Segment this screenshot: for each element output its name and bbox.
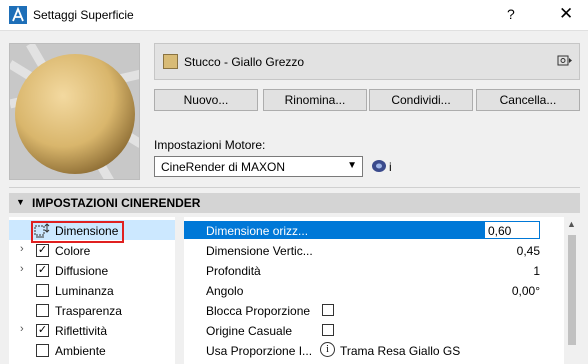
expand-arrow-icon[interactable]: › xyxy=(20,243,24,255)
preview-sphere xyxy=(10,44,139,179)
material-swatch xyxy=(163,54,178,69)
property-row-usa-proporzione[interactable]: Usa Proporzione I... i Trama Resa Giallo… xyxy=(184,340,564,360)
property-row-angolo[interactable]: Angolo 0,00° xyxy=(184,280,564,300)
property-row-dimensione-orizz[interactable]: Dimensione orizz... 0,60 xyxy=(184,220,564,240)
engine-select-value: CineRender di MAXON xyxy=(161,160,286,174)
property-key: Blocca Proporzione xyxy=(206,304,311,318)
scrollbar[interactable]: ▲ xyxy=(564,217,580,364)
channel-label: Colore xyxy=(55,244,91,258)
channel-item-trasparenza[interactable]: Trasparenza xyxy=(9,300,175,320)
close-icon[interactable]: ✕ xyxy=(559,4,573,24)
property-row-dimensione-vertic[interactable]: Dimensione Vertic... 0,45 xyxy=(184,240,564,260)
channel-checkbox[interactable] xyxy=(36,344,49,357)
property-row-origine-casuale[interactable]: Origine Casuale xyxy=(184,320,564,340)
engine-select[interactable]: CineRender di MAXON ▼ xyxy=(154,156,363,177)
blocca-proporzione-checkbox[interactable] xyxy=(322,304,334,316)
separator xyxy=(9,187,580,188)
origine-casuale-checkbox[interactable] xyxy=(322,324,334,336)
channel-label: Ambiente xyxy=(55,344,106,358)
property-row-blocca-proporzione[interactable]: Blocca Proporzione xyxy=(184,300,564,320)
channel-label: Riflettività xyxy=(55,324,108,338)
property-value[interactable]: 1 xyxy=(533,264,540,278)
chevron-down-icon: ▼ xyxy=(347,160,357,171)
property-value-input[interactable]: 0,60 xyxy=(488,224,511,238)
channel-item-diffusione[interactable]: › ✓ Diffusione xyxy=(9,260,175,280)
channel-item-ambiente[interactable]: Ambiente xyxy=(9,340,175,360)
channel-list: Dimensione › ✓ Colore › ✓ Diffusione Lum… xyxy=(9,217,175,364)
texture-name: Trama Resa Giallo GS xyxy=(340,344,461,358)
channel-label: Luminanza xyxy=(55,284,114,298)
engine-info-label: i xyxy=(389,160,392,174)
channel-item-luminanza[interactable]: Luminanza xyxy=(9,280,175,300)
channel-checkbox[interactable] xyxy=(36,284,49,297)
material-name: Stucco - Giallo Grezzo xyxy=(184,55,305,69)
channel-checkbox[interactable]: ✓ xyxy=(36,244,49,257)
collapse-arrow-icon: ▼ xyxy=(16,197,25,207)
archicad-icon xyxy=(9,6,27,24)
channel-item-dimensione[interactable]: Dimensione xyxy=(9,220,175,243)
material-name-box[interactable]: Stucco - Giallo Grezzo xyxy=(154,43,580,80)
property-key: Usa Proporzione I... xyxy=(206,344,313,358)
property-value[interactable]: 0,45 xyxy=(517,244,540,258)
channel-item-colore[interactable]: › ✓ Colore xyxy=(9,240,175,260)
scroll-up-icon[interactable]: ▲ xyxy=(567,219,576,229)
delete-button[interactable]: Cancella... xyxy=(476,89,580,111)
property-list: Dimensione orizz... 0,60 Dimensione Vert… xyxy=(184,217,564,364)
engine-info-icon[interactable]: i xyxy=(369,156,400,177)
window-title: Settaggi Superficie xyxy=(33,8,134,22)
title-bar: Settaggi Superficie ? ✕ xyxy=(0,0,588,31)
property-key: Dimensione orizz... xyxy=(206,224,309,238)
expand-arrow-icon[interactable]: › xyxy=(20,263,24,275)
property-key: Origine Casuale xyxy=(206,324,293,338)
channel-checkbox[interactable]: ✓ xyxy=(36,264,49,277)
scrollbar-thumb[interactable] xyxy=(568,235,576,345)
channel-label: Trasparenza xyxy=(55,304,122,318)
channel-checkbox[interactable]: ✓ xyxy=(36,324,49,337)
material-menu-icon[interactable] xyxy=(557,53,573,69)
material-preview xyxy=(9,43,140,180)
expand-arrow-icon[interactable]: › xyxy=(20,323,24,335)
channel-item-riflettivita[interactable]: › ✓ Riflettività xyxy=(9,320,175,340)
rename-button[interactable]: Rinomina... xyxy=(263,89,367,111)
channel-checkbox[interactable] xyxy=(36,304,49,317)
property-row-profondita[interactable]: Profondità 1 xyxy=(184,260,564,280)
info-icon[interactable]: i xyxy=(320,342,335,357)
engine-label: Impostazioni Motore: xyxy=(154,138,266,152)
channel-label: Diffusione xyxy=(55,264,109,278)
panel-title: IMPOSTAZIONI CINERENDER xyxy=(32,196,201,210)
property-key: Profondità xyxy=(206,264,261,278)
property-key: Angolo xyxy=(206,284,244,298)
property-value[interactable]: 0,00° xyxy=(512,284,540,298)
share-button[interactable]: Condividi... xyxy=(369,89,473,111)
help-icon[interactable]: ? xyxy=(507,6,515,22)
cinerender-panel-header[interactable]: ▼ IMPOSTAZIONI CINERENDER xyxy=(9,193,580,213)
property-key: Dimensione Vertic... xyxy=(206,244,313,258)
new-button[interactable]: Nuovo... xyxy=(154,89,258,111)
engine-info-glyph: i xyxy=(372,160,392,174)
